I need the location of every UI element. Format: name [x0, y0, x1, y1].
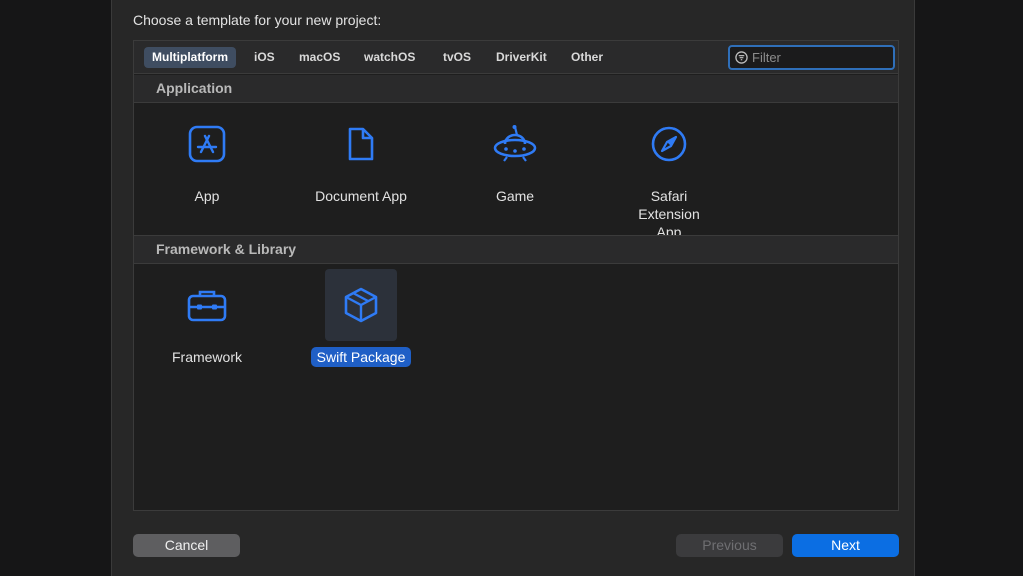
tab-other[interactable]: Other [563, 47, 611, 68]
template-document-app-icon-wrap [325, 108, 397, 180]
previous-button[interactable]: Previous [676, 534, 783, 557]
template-app-label: App [194, 188, 220, 204]
template-safari-extension-icon-wrap [633, 108, 705, 180]
cancel-button[interactable]: Cancel [133, 534, 240, 557]
section-header-framework-library: Framework & Library [134, 236, 898, 264]
toolbox-icon [187, 290, 227, 322]
tab-driverkit[interactable]: DriverKit [488, 47, 555, 68]
document-icon [348, 127, 374, 161]
tab-macos[interactable]: macOS [291, 47, 348, 68]
template-swift-package-label: Swift Package [310, 347, 412, 367]
tab-watchos[interactable]: watchOS [356, 47, 423, 68]
template-document-app[interactable]: Document App [306, 108, 416, 206]
tab-ios[interactable]: iOS [246, 47, 283, 68]
template-panel: Multiplatform iOS macOS watchOS tvOS Dri… [133, 40, 899, 511]
app-store-icon [188, 125, 226, 163]
template-safari-extension-label: Safari Extension App [638, 188, 700, 240]
compass-icon [651, 126, 687, 162]
dialog-prompt: Choose a template for your new project: [133, 12, 382, 28]
tab-tvos[interactable]: tvOS [435, 47, 479, 68]
template-game-icon-wrap [479, 108, 551, 180]
template-framework-icon-wrap [171, 269, 243, 341]
filter-icon [735, 51, 748, 64]
template-document-app-label: Document App [315, 188, 407, 204]
template-chooser-dialog: Choose a template for your new project: … [111, 0, 915, 576]
template-game-label: Game [495, 188, 535, 204]
template-game[interactable]: Game [460, 108, 570, 206]
platform-tab-bar: Multiplatform iOS macOS watchOS tvOS Dri… [134, 41, 898, 74]
game-ufo-icon [493, 125, 537, 162]
template-framework[interactable]: Framework [152, 269, 262, 367]
filter-field[interactable] [728, 45, 895, 70]
next-button[interactable]: Next [792, 534, 899, 557]
tab-multiplatform[interactable]: Multiplatform [144, 47, 236, 68]
package-box-icon [344, 287, 378, 323]
template-swift-package[interactable]: Swift Package [306, 269, 416, 367]
template-app[interactable]: App [152, 108, 262, 206]
template-swift-package-icon-wrap [325, 269, 397, 341]
section-header-application: Application [134, 75, 898, 103]
template-safari-extension-app[interactable]: Safari Extension App [614, 108, 724, 242]
template-framework-label: Framework [171, 349, 242, 365]
filter-input[interactable] [752, 48, 890, 67]
template-app-icon-wrap [171, 108, 243, 180]
